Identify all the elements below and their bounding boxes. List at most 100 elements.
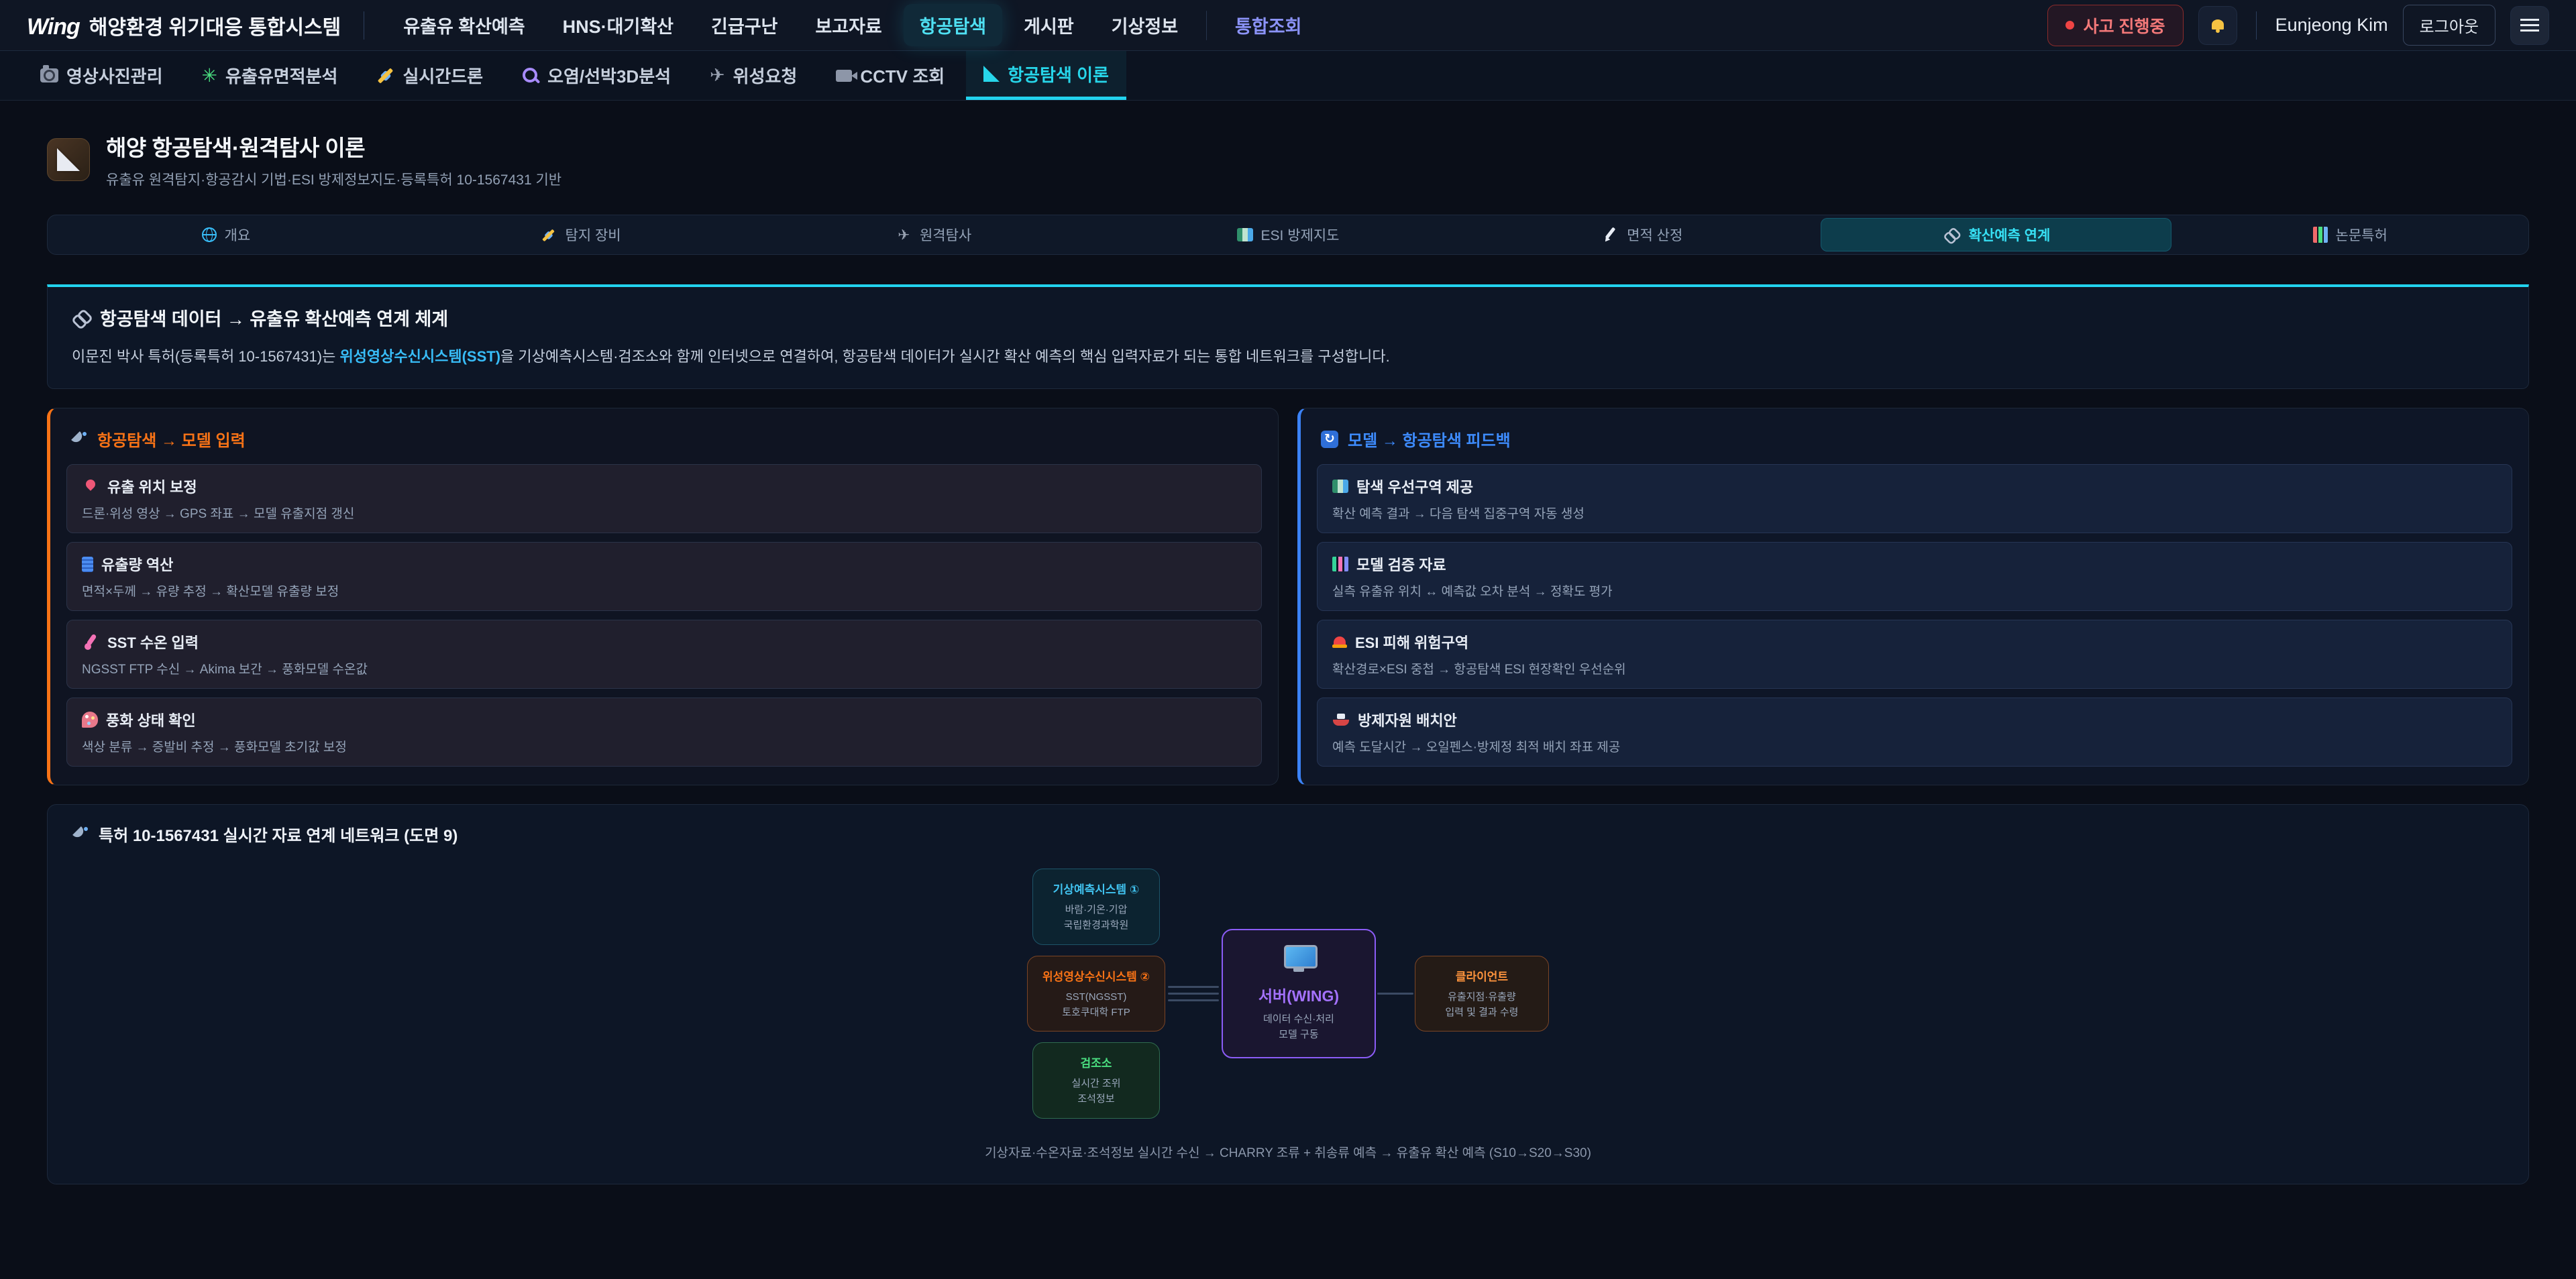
link-icon xyxy=(72,310,91,326)
subnav-label: 유출유면적분석 xyxy=(225,63,337,88)
app-logo[interactable]: Wing 해양환경 위기대응 통합시스템 xyxy=(27,11,341,40)
network-diagram-caption: 기상자료·수온자료·조석정보 실시간 수신 → CHARRY 조류 + 취송류 … xyxy=(72,1143,2504,1161)
logo-wing-mark: Wing xyxy=(27,14,80,40)
nav-item-board[interactable]: 게시판 xyxy=(1008,4,1090,46)
flow-row-spill-volume: 유출량 역산 면적×두께 → 유량 추정 → 확산모델 유출량 보정 xyxy=(66,542,1262,611)
flow-row-desc: 확산경로×ESI 중첩 → 항공탐색 ESI 현장확인 우선순위 xyxy=(1332,659,2497,677)
books-icon xyxy=(2313,227,2328,243)
node-title: 서버(WING) xyxy=(1243,983,1354,1006)
hamburger-icon xyxy=(2520,19,2539,32)
tab-label: 면적 산정 xyxy=(1627,225,1682,245)
network-diagram-header: 특허 10-1567431 실시간 자료 연계 네트워크 (도면 9) xyxy=(72,822,2504,846)
logout-button[interactable]: 로그아웃 xyxy=(2403,5,2496,46)
section-tab-bar: 개요 탐지 장비 원격탐사 ESI 방제지도 면적 산정 확산예측 연계 논문특… xyxy=(47,215,2529,255)
flow-row-priority-zone: 탐색 우선구역 제공 확산 예측 결과 → 다음 탐색 집중구역 자동 생성 xyxy=(1317,464,2512,533)
top-navigation-bar: Wing 해양환경 위기대응 통합시스템 유출유 확산예측 HNS·대기확산 긴… xyxy=(0,0,2576,51)
plane-icon xyxy=(710,66,725,85)
node-title: 검조소 xyxy=(1048,1054,1144,1070)
subnav-item-pollution-ship-3d[interactable]: 오염/선박3D분석 xyxy=(504,51,688,100)
tab-remote-sensing[interactable]: 원격탐사 xyxy=(758,218,1110,252)
subnav-item-satellite-request[interactable]: 위성요청 xyxy=(692,51,814,100)
map-book-icon xyxy=(1332,480,1348,493)
flow-row-weathering-state: 풍화 상태 확인 색상 분류 → 증발비 추정 → 풍화모델 초기값 보정 xyxy=(66,698,1262,767)
monitor-icon xyxy=(1281,945,1316,972)
node-line: SST(NGSST) xyxy=(1042,989,1150,1005)
nav-item-emergency-rescue[interactable]: 긴급구난 xyxy=(695,4,794,46)
card-search-to-model-title: 항공탐색 → 모델 입력 xyxy=(70,427,1258,451)
link-icon xyxy=(1943,228,1960,241)
linkage-section-card: 항공탐색 데이터 → 유출유 확산예측 연계 체계 이문진 박사 특허(등록특허… xyxy=(47,284,2529,389)
diagram-left-column: 기상예측시스템 ① 바람·기온·기압 국립환경과학원 위성영상수신시스템 ② S… xyxy=(1027,869,1165,1119)
description-text: 을 기상예측시스템·검조소와 함께 인터넷으로 연결하여, 항공탐색 데이터가 … xyxy=(500,348,1390,365)
nav-item-oil-spill-forecast[interactable]: 유출유 확산예측 xyxy=(387,4,541,46)
flow-row-desc: 실측 유출유 위치 ↔ 예측값 오차 분석 → 정확도 평가 xyxy=(1332,581,2497,600)
tab-area-calculation[interactable]: 면적 산정 xyxy=(1466,218,1818,252)
palette-icon xyxy=(82,712,98,728)
subnav-label: 위성요청 xyxy=(733,63,798,88)
flow-row-desc: 확산 예측 결과 → 다음 탐색 집중구역 자동 생성 xyxy=(1332,504,2497,522)
subnav-item-oil-area-analysis[interactable]: 유출유면적분석 xyxy=(184,51,356,100)
subnav-label: 오염/선박3D분석 xyxy=(547,63,671,88)
divider xyxy=(2256,11,2257,40)
nav-item-weather-info[interactable]: 기상정보 xyxy=(1095,4,1194,46)
tab-label: ESI 방제지도 xyxy=(1261,225,1340,245)
tab-esi-response-map[interactable]: ESI 방제지도 xyxy=(1112,218,1464,252)
top-right-controls: 사고 진행중 Eunjeong Kim 로그아웃 xyxy=(2047,5,2549,46)
tab-papers-patents[interactable]: 논문특허 xyxy=(2174,218,2526,252)
incident-status-badge: 사고 진행중 xyxy=(2047,5,2184,46)
tab-detection-equipment[interactable]: 탐지 장비 xyxy=(405,218,756,252)
node-line: 토호쿠대학 FTP xyxy=(1042,1005,1150,1020)
notifications-button[interactable] xyxy=(2198,6,2237,45)
siren-icon xyxy=(1332,635,1347,649)
tab-label: 원격탐사 xyxy=(920,225,971,245)
tab-diffusion-forecast-linkage[interactable]: 확산예측 연계 xyxy=(1821,218,2172,252)
antenna-dish-icon xyxy=(70,431,88,448)
magnifier-icon xyxy=(522,67,539,85)
subnav-item-cctv-view[interactable]: CCTV 조회 xyxy=(818,51,962,100)
node-title: 클라이언트 xyxy=(1430,967,1534,984)
incident-badge-label: 사고 진행중 xyxy=(2084,13,2165,38)
nav-item-reports[interactable]: 보고자료 xyxy=(799,4,898,46)
logo-app-title: 해양환경 위기대응 통합시스템 xyxy=(89,11,341,40)
red-dot-icon xyxy=(2065,21,2074,30)
menu-button[interactable] xyxy=(2510,6,2549,45)
flow-row-spill-location: 유출 위치 보정 드론·위성 영상 → GPS 좌표 → 모델 유출지점 갱신 xyxy=(66,464,1262,533)
network-diagram: 기상예측시스템 ① 바람·기온·기압 국립환경과학원 위성영상수신시스템 ② S… xyxy=(72,869,2504,1119)
node-client: 클라이언트 유출지점·유출량 입력 및 결과 수령 xyxy=(1415,956,1549,1032)
tab-overview[interactable]: 개요 xyxy=(50,218,402,252)
subnav-item-image-photo-management[interactable]: 영상사진관리 xyxy=(23,51,180,100)
node-line: 국립환경과학원 xyxy=(1048,917,1144,933)
linkage-section-description: 이문진 박사 특허(등록특허 10-1567431)는 위성영상수신시스템(SS… xyxy=(72,345,2504,368)
card-title-label: 모델 → 항공탐색 피드백 xyxy=(1348,427,1511,451)
pencil-icon xyxy=(1601,226,1619,243)
node-title: 기상예측시스템 ① xyxy=(1048,880,1144,897)
satellite-icon xyxy=(376,66,394,85)
node-line: 데이터 수신·처리 xyxy=(1243,1011,1354,1027)
pin-icon xyxy=(82,478,99,495)
set-square-icon xyxy=(57,148,80,171)
flow-row-desc: 면적×두께 → 유량 추정 → 확산모델 유출량 보정 xyxy=(82,581,1246,600)
nav-item-integrated-search[interactable]: 통합조회 xyxy=(1219,4,1318,46)
page-subtitle: 유출유 원격탐지·항공감시 기법·ESI 방제정보지도·등록특허 10-1567… xyxy=(106,169,561,189)
node-line: 실시간 조위 xyxy=(1048,1076,1144,1091)
subnav-label: 영상사진관리 xyxy=(66,63,163,88)
subnav-item-aerial-search-theory[interactable]: 항공탐색 이론 xyxy=(966,51,1126,100)
thermometer-icon xyxy=(82,633,99,651)
subnav-item-realtime-drone[interactable]: 실시간드론 xyxy=(359,51,500,100)
flow-row-desc: 색상 분류 → 증발비 추정 → 풍화모델 초기값 보정 xyxy=(82,737,1246,755)
page-title: 해양 항공탐색·원격탐사 이론 xyxy=(106,130,561,162)
tab-label: 탐지 장비 xyxy=(566,225,621,245)
flow-row-title: 방제자원 배치안 xyxy=(1358,709,1457,730)
tab-label: 논문특허 xyxy=(2336,225,2387,245)
node-line: 유출지점·유출량 xyxy=(1430,989,1534,1005)
satellite-icon xyxy=(541,227,555,242)
description-text: 이문진 박사 특허(등록특허 10-1567431)는 xyxy=(72,348,339,365)
flow-row-model-validation: 모델 검증 자료 실측 유출유 위치 ↔ 예측값 오차 분석 → 정확도 평가 xyxy=(1317,542,2512,611)
node-tide-station: 검조소 실시간 조위 조석정보 xyxy=(1032,1042,1160,1119)
user-name: Eunjeong Kim xyxy=(2275,15,2388,36)
nav-item-aerial-search[interactable]: 항공탐색 xyxy=(904,4,1002,46)
antenna-dish-icon xyxy=(72,826,89,843)
highlighted-term: 위성영상수신시스템(SST) xyxy=(339,348,500,365)
nav-item-hns-air-diffusion[interactable]: HNS·대기확산 xyxy=(547,4,690,46)
map-book-icon xyxy=(1237,228,1253,241)
